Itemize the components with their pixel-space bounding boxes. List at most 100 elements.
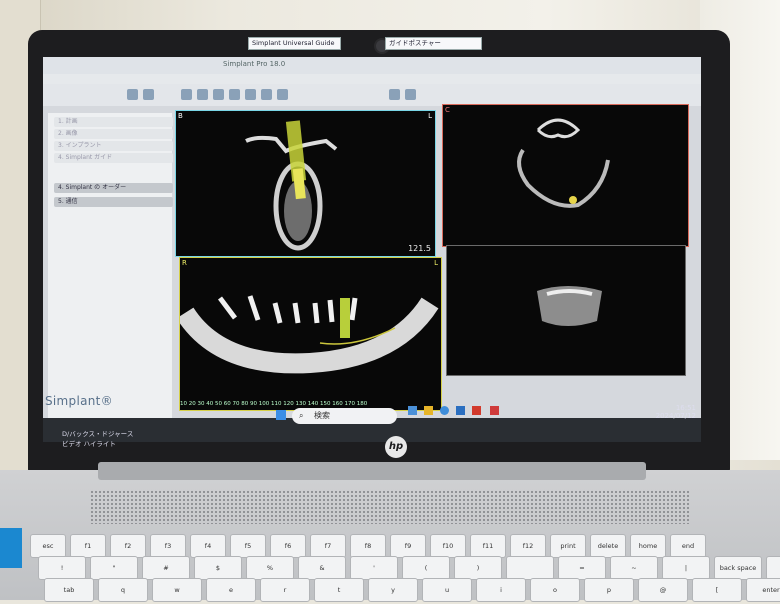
taskbar-app-icon[interactable] bbox=[490, 406, 499, 415]
guide-posture-select[interactable]: ガイドポスチャー bbox=[385, 37, 482, 50]
window-title: Simplant Pro 18.0 bbox=[223, 60, 286, 68]
guide-type-select[interactable]: Simplant Universal Guide bbox=[248, 37, 341, 50]
menu-bar bbox=[43, 74, 701, 84]
taskbar-app-icon[interactable] bbox=[408, 406, 417, 415]
sidebar-item-communication[interactable]: 5. 通信 bbox=[54, 197, 173, 207]
keyboard-key[interactable]: t bbox=[314, 578, 364, 602]
sidebar-item[interactable]: 3. インプラント bbox=[54, 141, 173, 151]
toolbar-tool-icon[interactable] bbox=[213, 89, 224, 100]
toolbar-tool-icon[interactable] bbox=[127, 89, 138, 100]
toolbar-tool-icon[interactable] bbox=[389, 89, 400, 100]
keyboard-key[interactable]: num bbox=[766, 556, 780, 580]
keyboard-key[interactable]: y bbox=[368, 578, 418, 602]
keyboard-key[interactable]: r bbox=[260, 578, 310, 602]
keyboard-key[interactable]: ' bbox=[350, 556, 398, 580]
system-clock[interactable]: 16:51 2024/07/12 bbox=[656, 404, 696, 420]
keyboard-key[interactable]: " bbox=[90, 556, 138, 580]
keyboard-key[interactable]: f9 bbox=[390, 534, 426, 558]
coronal-viewport[interactable] bbox=[446, 245, 686, 376]
keyboard-key[interactable] bbox=[506, 556, 554, 580]
toolbar-tool-icon[interactable] bbox=[181, 89, 192, 100]
keyboard-key[interactable]: f3 bbox=[150, 534, 186, 558]
news-headline: D/バックス・ドジャース bbox=[62, 430, 134, 438]
keyboard-key[interactable]: ( bbox=[402, 556, 450, 580]
keyboard-key[interactable]: f4 bbox=[190, 534, 226, 558]
toolbar-tool-icon[interactable] bbox=[245, 89, 256, 100]
taskbar-search[interactable]: ⌕ 検索 bbox=[292, 408, 397, 424]
keyboard-key[interactable]: o bbox=[530, 578, 580, 602]
keyboard-key[interactable]: e bbox=[206, 578, 256, 602]
keyboard-key[interactable]: f1 bbox=[70, 534, 106, 558]
window-titlebar: Simplant Pro 18.0 bbox=[43, 57, 701, 74]
keyboard-key[interactable]: tab bbox=[44, 578, 94, 602]
cross-section-viewport[interactable]: B L 121.5 bbox=[175, 110, 436, 257]
toolbar-tool-icon[interactable] bbox=[277, 89, 288, 100]
usb-device bbox=[0, 528, 22, 568]
keyboard-key[interactable]: f12 bbox=[510, 534, 546, 558]
panoramic-viewport[interactable]: R L 10 20 30 40 50 60 70 80 90 100 110 1… bbox=[179, 257, 442, 411]
search-icon: ⌕ bbox=[299, 411, 304, 420]
ct-coronal-image bbox=[537, 286, 602, 326]
keyboard-key[interactable]: esc bbox=[30, 534, 66, 558]
keyboard-key[interactable]: f6 bbox=[270, 534, 306, 558]
windows-start-icon[interactable] bbox=[276, 410, 286, 420]
laptop-hinge bbox=[98, 462, 646, 480]
toolbar-tool-icon[interactable] bbox=[229, 89, 240, 100]
keyboard-key[interactable]: i bbox=[476, 578, 526, 602]
toolbar-tool-icon[interactable] bbox=[143, 89, 154, 100]
toolbar bbox=[43, 84, 701, 106]
keyboard-key[interactable]: # bbox=[142, 556, 190, 580]
keyboard-key[interactable]: home bbox=[630, 534, 666, 558]
keyboard-key[interactable]: f7 bbox=[310, 534, 346, 558]
ct-slice-image bbox=[245, 120, 338, 251]
workflow-sidebar: 1. 計画 2. 画像 3. インプラント 4. Simplant ガイド 4.… bbox=[48, 113, 173, 429]
keyboard-key[interactable]: @ bbox=[638, 578, 688, 602]
sidebar-item[interactable]: 4. Simplant ガイド bbox=[54, 153, 173, 163]
keyboard-key[interactable]: f8 bbox=[350, 534, 386, 558]
keyboard-key[interactable]: u bbox=[422, 578, 472, 602]
keyboard-key[interactable]: ! bbox=[38, 556, 86, 580]
keyboard-key[interactable]: $ bbox=[194, 556, 242, 580]
keyboard-key[interactable]: f5 bbox=[230, 534, 266, 558]
keyboard-key[interactable]: = bbox=[558, 556, 606, 580]
keyboard-key[interactable]: ) bbox=[454, 556, 502, 580]
taskbar-app-icon[interactable] bbox=[424, 406, 433, 415]
keyboard-key[interactable]: [ bbox=[692, 578, 742, 602]
keyboard-row-3: tab q w e r t y u i o p @[enter bbox=[30, 578, 780, 604]
keyboard-key[interactable]: back space bbox=[714, 556, 762, 580]
measurement-readout: 121.5 bbox=[408, 244, 431, 253]
axial-viewport[interactable]: C bbox=[442, 104, 689, 247]
sidebar-item[interactable]: 1. 計画 bbox=[54, 117, 173, 127]
keyboard-key[interactable]: delete bbox=[590, 534, 626, 558]
search-label: 検索 bbox=[314, 411, 330, 420]
keyboard-key[interactable]: end bbox=[670, 534, 706, 558]
news-subline: ビデオ ハイライト bbox=[62, 440, 116, 448]
news-widget[interactable]: D/バックス・ドジャース ビデオ ハイライト bbox=[62, 428, 133, 448]
clock-time: 16:51 bbox=[675, 404, 696, 412]
ct-panoramic-image bbox=[180, 295, 439, 374]
taskbar-app-icon[interactable] bbox=[440, 406, 449, 415]
keyboard-key[interactable]: w bbox=[152, 578, 202, 602]
taskbar-app-icon[interactable] bbox=[456, 406, 465, 415]
keyboard-key[interactable]: f10 bbox=[430, 534, 466, 558]
taskbar-app-icon[interactable] bbox=[472, 406, 481, 415]
keyboard-key[interactable]: enter bbox=[746, 578, 780, 602]
keyboard-key[interactable]: | bbox=[662, 556, 710, 580]
keyboard-key[interactable]: f11 bbox=[470, 534, 506, 558]
keyboard-key[interactable]: p bbox=[584, 578, 634, 602]
keyboard-key[interactable]: ~ bbox=[610, 556, 658, 580]
toolbar-tool-icon[interactable] bbox=[197, 89, 208, 100]
keyboard-key[interactable]: q bbox=[98, 578, 148, 602]
sidebar-item[interactable]: 2. 画像 bbox=[54, 129, 173, 139]
speaker-grille bbox=[90, 490, 690, 524]
keyboard-key[interactable]: & bbox=[298, 556, 346, 580]
sidebar-item-order[interactable]: 4. Simplant の オーダー bbox=[54, 183, 173, 193]
keyboard-key[interactable]: % bbox=[246, 556, 294, 580]
toolbar-tool-icon[interactable] bbox=[261, 89, 272, 100]
keyboard-key[interactable]: print bbox=[550, 534, 586, 558]
hp-logo: hp bbox=[385, 436, 407, 458]
toolbar-tool-icon[interactable] bbox=[405, 89, 416, 100]
simplant-logo: Simplant® bbox=[45, 394, 113, 408]
keyboard-key[interactable]: f2 bbox=[110, 534, 146, 558]
clock-date: 2024/07/12 bbox=[655, 412, 696, 420]
